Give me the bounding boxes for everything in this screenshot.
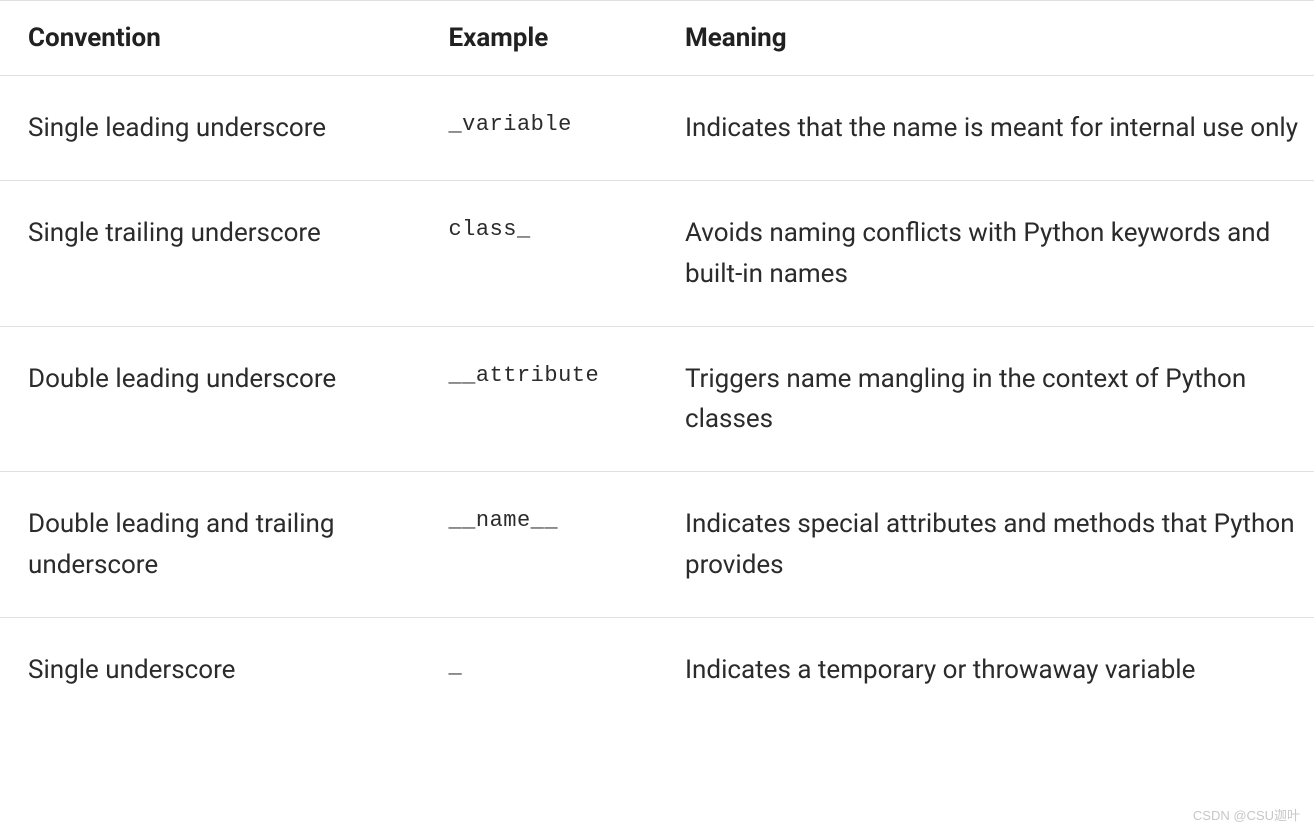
cell-meaning: Triggers name mangling in the context of… bbox=[657, 326, 1314, 472]
cell-example: class_ bbox=[420, 181, 657, 327]
table-row: Single leading underscore _variable Indi… bbox=[0, 76, 1314, 181]
cell-example: __attribute bbox=[420, 326, 657, 472]
watermark: CSDN @CSU迦叶 bbox=[1193, 805, 1300, 824]
header-example: Example bbox=[420, 1, 657, 76]
header-convention: Convention bbox=[0, 1, 420, 76]
table-header-row: Convention Example Meaning bbox=[0, 1, 1314, 76]
cell-convention: Single underscore bbox=[0, 618, 420, 723]
header-meaning: Meaning bbox=[657, 1, 1314, 76]
conventions-table: Convention Example Meaning Single leadin… bbox=[0, 0, 1314, 722]
cell-example: _ bbox=[420, 618, 657, 723]
cell-convention: Double leading and trailing underscore bbox=[0, 472, 420, 618]
table-row: Single trailing underscore class_ Avoids… bbox=[0, 181, 1314, 327]
cell-convention: Single leading underscore bbox=[0, 76, 420, 181]
table-row: Double leading and trailing underscore _… bbox=[0, 472, 1314, 618]
cell-example: __name__ bbox=[420, 472, 657, 618]
cell-example: _variable bbox=[420, 76, 657, 181]
table-row: Single underscore _ Indicates a temporar… bbox=[0, 618, 1314, 723]
cell-meaning: Indicates a temporary or throwaway varia… bbox=[657, 618, 1314, 723]
cell-convention: Single trailing underscore bbox=[0, 181, 420, 327]
cell-meaning: Indicates that the name is meant for int… bbox=[657, 76, 1314, 181]
cell-convention: Double leading underscore bbox=[0, 326, 420, 472]
cell-meaning: Avoids naming conflicts with Python keyw… bbox=[657, 181, 1314, 327]
cell-meaning: Indicates special attributes and methods… bbox=[657, 472, 1314, 618]
table-row: Double leading underscore __attribute Tr… bbox=[0, 326, 1314, 472]
